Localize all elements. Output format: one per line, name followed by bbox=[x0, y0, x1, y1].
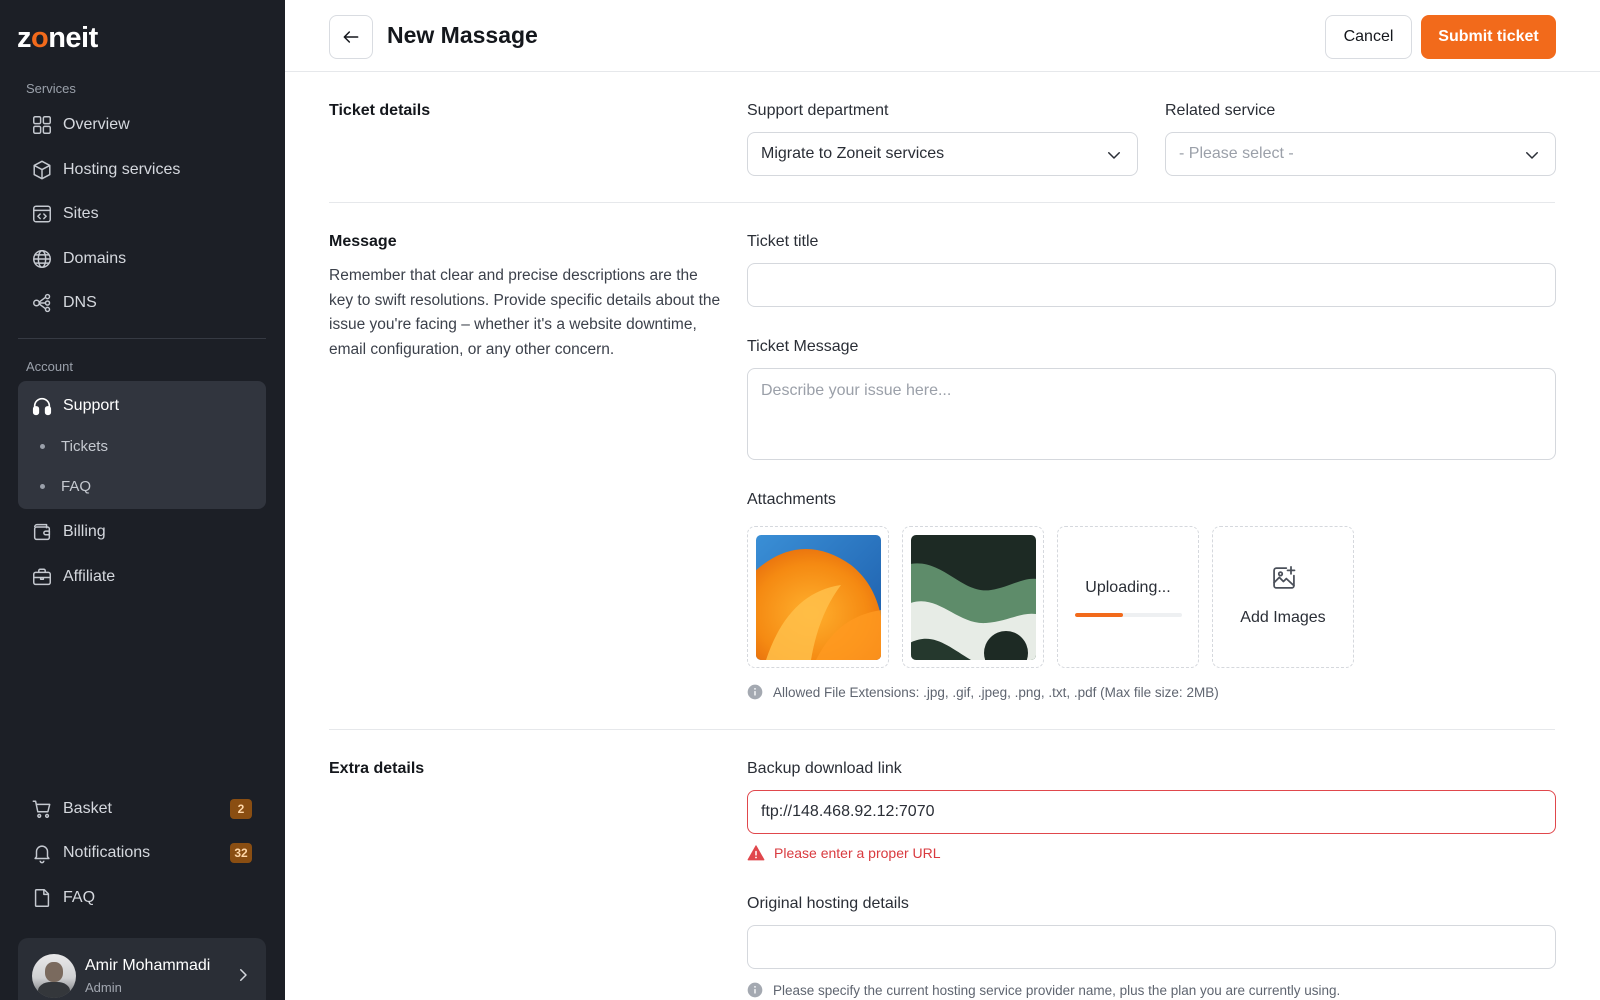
warning-icon bbox=[747, 845, 765, 861]
sidebar-item-sites[interactable]: Sites bbox=[18, 194, 266, 234]
user-name: Amir Mohammadi bbox=[85, 957, 211, 974]
sidebar-item-label: Support bbox=[63, 397, 120, 414]
attachment-image bbox=[911, 535, 1036, 660]
attachment-image bbox=[756, 535, 881, 660]
ticket-message-label: Ticket Message bbox=[747, 338, 859, 355]
allowed-extensions-text: Allowed File Extensions: .jpg, .gif, .jp… bbox=[773, 684, 1219, 700]
sidebar-item-label: DNS bbox=[63, 294, 97, 311]
arrow-left-icon bbox=[343, 31, 359, 43]
uploading-text: Uploading... bbox=[1085, 579, 1171, 596]
headset-icon bbox=[32, 397, 52, 416]
attachments-label: Attachments bbox=[747, 491, 836, 508]
chevron-down-icon bbox=[1108, 152, 1120, 159]
sidebar-item-label: Notifications bbox=[63, 844, 151, 861]
account-section-label: Account bbox=[26, 359, 73, 374]
avatar bbox=[32, 954, 76, 998]
sidebar-item-label: Basket bbox=[63, 800, 112, 817]
section-divider bbox=[329, 729, 1555, 730]
code-window-icon bbox=[33, 205, 51, 223]
sidebar-item-basket[interactable]: Basket 2 bbox=[18, 789, 266, 829]
sidebar-item-hosting-services[interactable]: Hosting services bbox=[18, 150, 266, 190]
sidebar-item-label: Overview bbox=[63, 116, 130, 133]
message-section-title: Message bbox=[329, 233, 397, 250]
upload-progress-fill bbox=[1075, 613, 1124, 617]
network-icon bbox=[33, 293, 51, 313]
backup-link-error-text: Please enter a proper URL bbox=[774, 845, 941, 861]
support-department-value: Migrate to Zoneit services bbox=[761, 145, 945, 162]
chevron-right-icon bbox=[240, 969, 247, 981]
sidebar-item-label: FAQ bbox=[63, 889, 96, 906]
ticket-details-title: Ticket details bbox=[329, 102, 431, 119]
ticket-message-textarea[interactable]: Describe your issue here... bbox=[747, 368, 1556, 460]
ticket-title-input[interactable] bbox=[747, 263, 1556, 307]
attachment-uploading: Uploading... bbox=[1057, 526, 1199, 668]
sidebar-subitem-faq[interactable]: FAQ bbox=[18, 468, 266, 504]
sidebar-item-affiliate[interactable]: Affiliate bbox=[18, 557, 266, 597]
notifications-count-badge: 32 bbox=[230, 843, 252, 863]
sidebar-item-billing[interactable]: Billing bbox=[18, 512, 266, 552]
add-images-button[interactable]: Add Images bbox=[1212, 526, 1354, 668]
wallet-icon bbox=[33, 523, 51, 541]
document-icon bbox=[34, 889, 50, 907]
submit-ticket-button[interactable]: Submit ticket bbox=[1421, 15, 1556, 59]
message-section-description: Remember that clear and precise descript… bbox=[329, 267, 721, 358]
sidebar-divider bbox=[18, 338, 266, 339]
section-divider bbox=[329, 202, 1555, 203]
sidebar-subitem-tickets[interactable]: Tickets bbox=[18, 428, 266, 464]
backup-link-input[interactable]: ftp://148.468.92.12:7070 bbox=[747, 790, 1556, 834]
globe-icon bbox=[33, 250, 51, 268]
support-department-select[interactable]: Migrate to Zoneit services bbox=[747, 132, 1138, 176]
sidebar-item-domains[interactable]: Domains bbox=[18, 239, 266, 279]
services-section-label: Services bbox=[26, 81, 76, 96]
original-hosting-hint: Please specify the current hosting servi… bbox=[747, 982, 1340, 998]
support-department-label: Support department bbox=[747, 102, 889, 119]
grid-icon bbox=[33, 116, 51, 134]
sidebar-item-support[interactable]: Support bbox=[18, 386, 266, 426]
original-hosting-label: Original hosting details bbox=[747, 895, 909, 912]
upload-progress-bar bbox=[1075, 613, 1182, 617]
user-role: Admin bbox=[85, 980, 122, 995]
backup-link-label: Backup download link bbox=[747, 760, 902, 777]
cube-icon bbox=[33, 160, 51, 180]
related-service-placeholder: - Please select - bbox=[1179, 145, 1294, 162]
sidebar-item-label: Hosting services bbox=[63, 161, 181, 178]
ticket-title-label: Ticket title bbox=[747, 233, 819, 250]
zoneit-logo[interactable]: zoneit bbox=[17, 22, 98, 55]
sidebar-item-notifications[interactable]: Notifications 32 bbox=[18, 833, 266, 873]
cart-icon bbox=[32, 800, 51, 818]
sidebar-item-label: Billing bbox=[63, 523, 106, 540]
sidebar-item-label: Domains bbox=[63, 250, 127, 267]
backup-link-error: Please enter a proper URL bbox=[747, 844, 941, 862]
page-header: New Massage Cancel Submit ticket bbox=[285, 0, 1600, 72]
sidebar-item-label: Affiliate bbox=[63, 568, 116, 585]
attachment-thumbnail-2[interactable] bbox=[902, 526, 1044, 668]
user-profile-card[interactable]: Amir Mohammadi Admin bbox=[18, 938, 266, 1000]
bell-icon bbox=[34, 845, 50, 864]
basket-count-badge: 2 bbox=[230, 799, 252, 819]
original-hosting-hint-text: Please specify the current hosting servi… bbox=[773, 982, 1341, 998]
add-images-label: Add Images bbox=[1240, 609, 1326, 626]
sidebar: zoneit Services Overview Hosting service… bbox=[0, 0, 285, 1000]
cancel-button[interactable]: Cancel bbox=[1325, 15, 1412, 59]
related-service-select[interactable]: - Please select - bbox=[1165, 132, 1556, 176]
chevron-down-icon bbox=[1526, 152, 1538, 159]
sidebar-item-faq[interactable]: FAQ bbox=[18, 878, 266, 918]
image-plus-icon bbox=[1273, 566, 1296, 589]
original-hosting-input[interactable] bbox=[747, 925, 1556, 969]
sidebar-item-label: Sites bbox=[63, 205, 99, 222]
related-service-label: Related service bbox=[1165, 102, 1276, 119]
extra-details-title: Extra details bbox=[329, 760, 425, 777]
sidebar-item-dns[interactable]: DNS bbox=[18, 283, 266, 323]
info-icon bbox=[747, 982, 763, 998]
info-icon bbox=[747, 684, 763, 700]
page-title: New Massage bbox=[387, 22, 538, 48]
briefcase-icon bbox=[33, 568, 51, 586]
sidebar-item-overview[interactable]: Overview bbox=[18, 105, 266, 145]
attachment-thumbnail-1[interactable] bbox=[747, 526, 889, 668]
allowed-extensions-hint: Allowed File Extensions: .jpg, .gif, .jp… bbox=[747, 684, 1219, 700]
back-button[interactable] bbox=[329, 15, 373, 59]
